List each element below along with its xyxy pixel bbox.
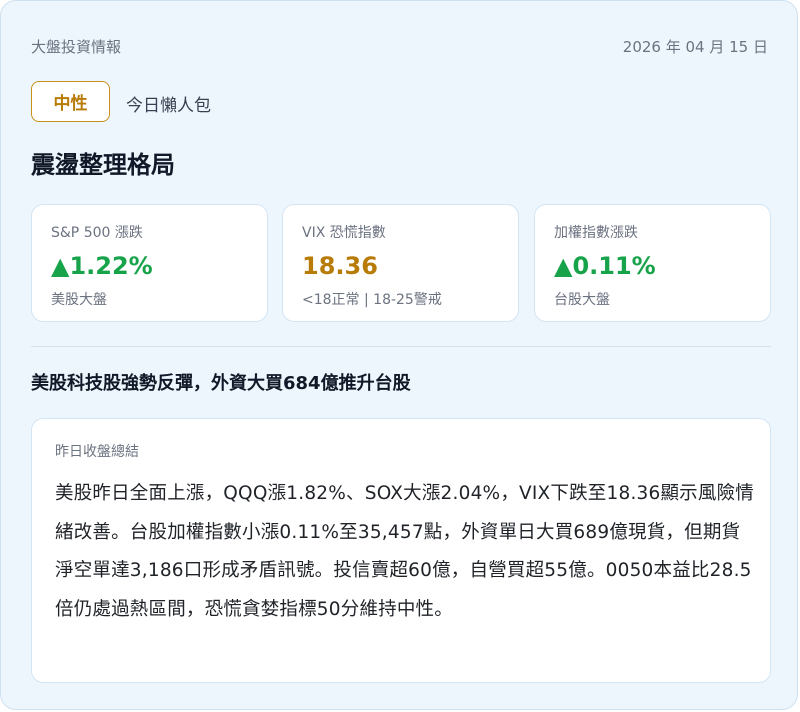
section-divider (31, 346, 771, 347)
market-briefing-card: 大盤投資情報 2026 年 04 月 15 日 中性 今日懶人包 震盪整理格局 … (0, 0, 798, 710)
metric-card-sp500: S&P 500 漲跌 ▲1.22% 美股大盤 (31, 204, 268, 322)
metric-card-taiex: 加權指數漲跌 ▲0.11% 台股大盤 (534, 204, 771, 322)
page-title: 震盪整理格局 (31, 151, 175, 179)
summary-body: 美股昨日全面上漲，QQQ漲1.82%、SOX大漲2.04%，VIX下跌至18.3… (55, 483, 754, 620)
sentiment-badge: 中性 (31, 81, 110, 122)
metric-note: 美股大盤 (51, 292, 107, 308)
metric-note: 台股大盤 (554, 292, 610, 308)
news-headline: 美股科技股強勢反彈，外資大買684億推升台股 (31, 373, 411, 394)
section-title: 大盤投資情報 (31, 38, 122, 56)
metric-value: ▲1.22% (51, 252, 153, 280)
metric-label: S&P 500 漲跌 (51, 225, 143, 241)
sentiment-caption: 今日懶人包 (126, 96, 211, 116)
metric-label: 加權指數漲跌 (554, 225, 638, 241)
metric-value: 18.36 (302, 252, 378, 280)
report-date: 2026 年 04 月 15 日 (622, 38, 768, 56)
summary-label: 昨日收盤總結 (55, 444, 139, 460)
metric-note: <18正常 | 18-25警戒 (302, 292, 442, 308)
metric-value: ▲0.11% (554, 252, 656, 280)
metric-label: VIX 恐慌指數 (302, 225, 386, 241)
metric-card-vix: VIX 恐慌指數 18.36 <18正常 | 18-25警戒 (282, 204, 519, 322)
summary-panel: 昨日收盤總結 美股昨日全面上漲，QQQ漲1.82%、SOX大漲2.04%，VIX… (31, 418, 771, 683)
